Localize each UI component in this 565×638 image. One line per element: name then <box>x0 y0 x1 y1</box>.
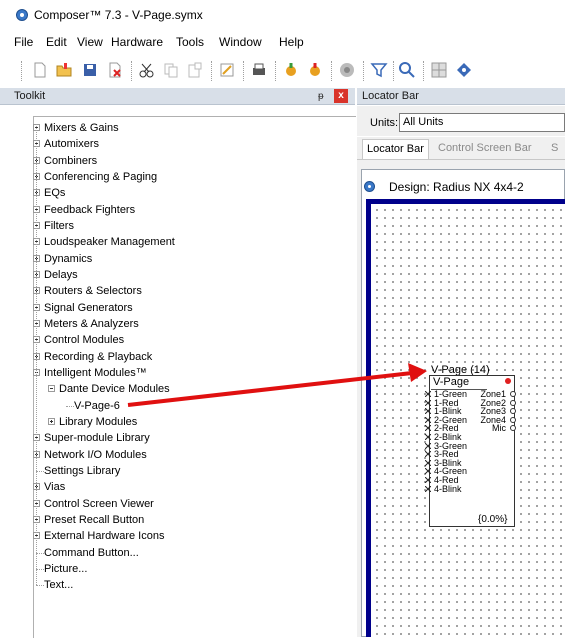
annotation-arrow <box>127 363 427 407</box>
annotation-arrow-line <box>127 371 413 407</box>
annotation-arrow-head <box>408 363 427 382</box>
